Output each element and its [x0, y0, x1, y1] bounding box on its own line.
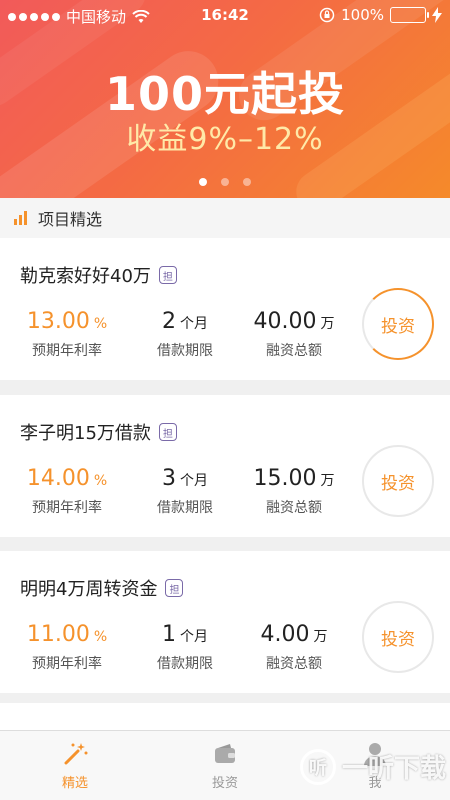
amount-unit: 万	[320, 473, 335, 489]
rate-label: 预期年利率	[32, 656, 102, 672]
tab-invest[interactable]: 投资	[150, 731, 300, 800]
project-name: 明明4万周转资金 担	[20, 575, 184, 601]
section-title: 项目精选	[38, 210, 103, 229]
project-card[interactable]: 勒克索好好40万 担 13.00% 预期年利率 2 个月 借款期限 40.00 万 …	[0, 238, 450, 380]
tab-label: 投资	[211, 776, 238, 791]
term-value: 2	[162, 309, 176, 334]
invest-button[interactable]: 投资	[362, 288, 434, 360]
invest-button[interactable]: 投资	[362, 601, 434, 673]
term-metric: 2 个月 借款期限	[140, 308, 230, 360]
magic-wand-icon	[64, 743, 88, 765]
bar-chart-icon	[14, 211, 30, 225]
term-label: 借款期限	[157, 343, 213, 359]
amount-metric: 4.00 万 融资总额	[244, 621, 344, 673]
watermark-text: 一听下载	[341, 754, 446, 784]
amount-metric: 40.00 万 融资总额	[244, 308, 344, 360]
rate-label: 预期年利率	[32, 343, 102, 359]
banner-subtitle: 收益9%–12%	[126, 122, 324, 157]
project-name: 李子明15万借款 担	[20, 419, 177, 445]
guarantee-badge-icon: 担	[165, 579, 184, 597]
rate-value: 14.00	[26, 466, 90, 491]
amount-label: 融资总额	[266, 343, 322, 359]
rate-label: 预期年利率	[32, 500, 102, 516]
rate-metric: 11.00% 预期年利率	[22, 621, 112, 673]
guarantee-badge-icon: 担	[158, 266, 177, 284]
amount-value: 4.00	[260, 622, 310, 647]
wallet-icon	[215, 744, 235, 763]
rate-unit: %	[93, 473, 108, 489]
term-value: 3	[162, 466, 176, 491]
watermark: 听 一听下载	[299, 748, 446, 785]
term-unit: 个月	[180, 629, 208, 645]
carousel-dot[interactable]	[243, 178, 251, 186]
amount-unit: 万	[320, 316, 335, 332]
rotation-lock-icon	[319, 7, 335, 23]
amount-value: 40.00	[253, 309, 317, 334]
rate-unit: %	[93, 629, 108, 645]
carousel-dot-active[interactable]	[199, 178, 207, 186]
section-header: 项目精选	[0, 198, 450, 238]
tab-featured[interactable]: 精选	[0, 731, 150, 800]
amount-label: 融资总额	[266, 656, 322, 672]
rate-unit: %	[93, 316, 108, 332]
project-card[interactable]: 李子明15万借款 担 14.00% 预期年利率 3 个月 借款期限 15.00 万 …	[0, 395, 450, 537]
carousel-dots[interactable]	[0, 178, 450, 186]
invest-button[interactable]: 投资	[362, 445, 434, 517]
term-unit: 个月	[180, 316, 208, 332]
rate-value: 11.00	[26, 622, 90, 647]
project-name: 勒克索好好40万 担	[20, 262, 177, 288]
amount-metric: 15.00 万 融资总额	[244, 465, 344, 517]
watermark-logo-icon: 听	[299, 748, 336, 785]
amount-unit: 万	[313, 629, 328, 645]
guarantee-badge-icon: 担	[158, 423, 177, 441]
term-value: 1	[162, 622, 176, 647]
charging-icon	[432, 7, 442, 23]
rate-value: 13.00	[26, 309, 90, 334]
rate-metric: 13.00% 预期年利率	[22, 308, 112, 360]
promo-banner[interactable]: 中国移动 16:42 100% 100元起投 收益9%–12%	[0, 0, 450, 198]
term-unit: 个月	[180, 473, 208, 489]
carousel-dot[interactable]	[221, 178, 229, 186]
tab-label: 精选	[61, 776, 88, 791]
term-label: 借款期限	[157, 656, 213, 672]
term-metric: 1 个月 借款期限	[140, 621, 230, 673]
status-bar: 中国移动 16:42 100%	[0, 0, 450, 30]
term-metric: 3 个月 借款期限	[140, 465, 230, 517]
battery-percent: 100%	[341, 6, 384, 24]
battery-icon	[390, 7, 429, 23]
rate-metric: 14.00% 预期年利率	[22, 465, 112, 517]
term-label: 借款期限	[157, 500, 213, 516]
amount-value: 15.00	[253, 466, 317, 491]
project-card[interactable]: 明明4万周转资金 担 11.00% 预期年利率 1 个月 借款期限 4.00 万 融…	[0, 551, 450, 693]
amount-label: 融资总额	[266, 500, 322, 516]
